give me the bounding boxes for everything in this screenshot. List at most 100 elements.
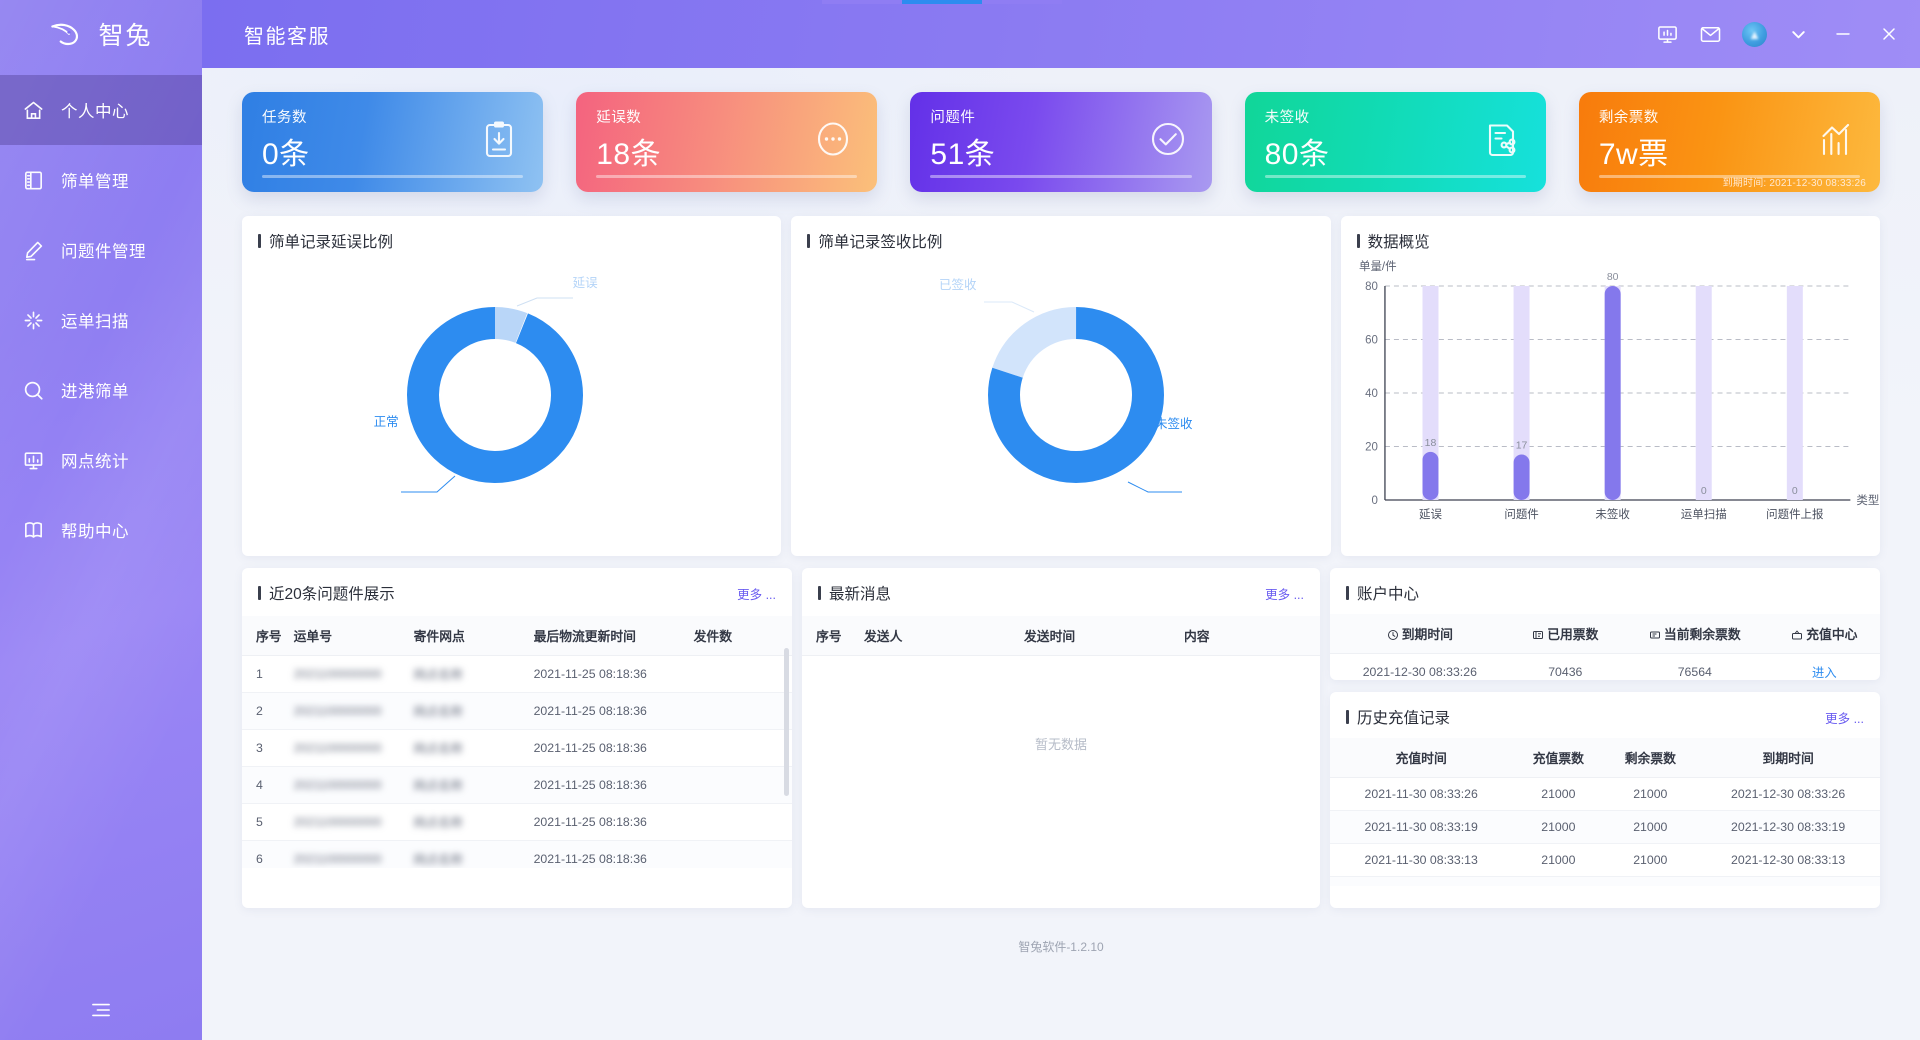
sidebar-item-branch-statistics[interactable]: 网点统计	[0, 425, 202, 495]
charts-row: 筛单记录延误比例 延误 正常 筛单记录签收比例 已签收 未签收 数据概览 单量/…	[242, 216, 1880, 556]
panel-head: 筛单记录延误比例	[242, 216, 781, 252]
cell-no: 5	[242, 803, 288, 841]
panel-latest-messages: 最新消息 更多 ... 序号 发送人 发送时间 内容 暂无数据	[802, 568, 1320, 908]
stat-underline	[930, 175, 1192, 178]
close-icon	[1883, 28, 1895, 40]
stat-card-delays[interactable]: 延误数 18条	[576, 92, 878, 192]
bar[interactable]	[1422, 451, 1439, 500]
col-expiry: 到期时间	[1330, 614, 1510, 654]
history-table-scroll[interactable]: 充值时间 充值票数 剩余票数 到期时间 2021-11-30 08:33:26 2…	[1330, 738, 1880, 886]
history-more-link[interactable]: 更多 ...	[1825, 708, 1864, 727]
col-no: 序号	[242, 616, 288, 656]
donut-label-signed: 已签收	[938, 278, 977, 292]
table-row[interactable]: 6 2021100000000 网点名称 2021-11-25 08:18:36	[242, 840, 792, 868]
bar-value-label: 80	[1606, 272, 1618, 283]
table-row[interactable]: 2 2021100000000 网点名称 2021-11-25 08:18:36	[242, 692, 792, 730]
x-tick-label: 问题件上报	[1766, 507, 1824, 521]
book-help-icon	[25, 521, 42, 538]
panel-head: 数据概览	[1341, 216, 1880, 252]
issues-table: 序号 运单号 寄件网点 最后物流更新时间 发件数 1 2021100000000 网…	[242, 616, 792, 868]
account-table: 到期时间 已用票数 当前剩余票数 充值中心 2021-12-30 08:33:2…	[1330, 614, 1880, 680]
search-icon	[24, 381, 43, 400]
sidebar-item-screening-management[interactable]: 筛单管理	[0, 145, 202, 215]
monitor-icon[interactable]	[1656, 23, 1679, 46]
bar[interactable]	[1604, 286, 1621, 500]
cell-last-update: 2021-11-25 08:18:36	[527, 729, 688, 767]
sidebar-item-waybill-scan[interactable]: 运单扫描	[0, 285, 202, 355]
table-row[interactable]: 4 2021100000000 网点名称 2021-11-25 08:18:36	[242, 766, 792, 804]
scan-icon	[24, 311, 43, 329]
recharge-icon	[1792, 630, 1803, 640]
panel-delay-ratio: 筛单记录延误比例 延误 正常	[242, 216, 782, 556]
menu-collapse-icon	[92, 1003, 110, 1017]
col-expiry-time: 到期时间	[1696, 738, 1880, 778]
table-header-row: 序号 运单号 寄件网点 最后物流更新时间 发件数	[242, 616, 792, 656]
clock-icon	[1387, 630, 1398, 640]
cell-last-update: 2021-11-25 08:18:36	[527, 655, 688, 693]
book-icon	[25, 171, 42, 189]
close-button[interactable]	[1876, 21, 1902, 47]
cell-waybill: 2021100000000	[287, 692, 408, 730]
cell-recharge-time: 2021-11-30 08:33:13	[1330, 843, 1513, 877]
chart-board-icon	[24, 451, 43, 469]
cell-branch: 网点名称	[407, 803, 528, 841]
col-content: 内容	[1178, 616, 1320, 656]
sidebar-collapse-button[interactable]	[0, 980, 202, 1040]
col-count: 发件数	[687, 616, 792, 656]
brand: 智兔	[0, 0, 202, 68]
stat-card-issues[interactable]: 问题件 51条	[910, 92, 1212, 192]
content: 任务数 0条 延误数 18条 问题件 51条 未签收 80条 剩余票数 7w票 …	[202, 68, 1920, 1040]
stat-card-unsigned[interactable]: 未签收 80条	[1244, 92, 1546, 192]
issues-table-scroll[interactable]: 序号 运单号 寄件网点 最后物流更新时间 发件数 1 2021100000000 网…	[242, 616, 792, 868]
donut-svg	[400, 297, 583, 493]
avatar[interactable]: ▲	[1742, 21, 1767, 47]
bar[interactable]	[1513, 454, 1530, 500]
bar-value-label: 0	[1700, 486, 1706, 497]
cell-recharge-action[interactable]: 进入	[1768, 653, 1880, 680]
cell-waybill: 2021100000000	[287, 803, 408, 841]
sidebar-item-label: 帮助中心	[61, 523, 129, 541]
x-tick-label: 未签收	[1595, 507, 1630, 521]
table-header-row: 到期时间 已用票数 当前剩余票数 充值中心	[1330, 614, 1880, 654]
cell-expiry-time: 2021-12-30 08:33:26	[1696, 777, 1880, 811]
issues-scrollbar[interactable]	[784, 648, 789, 796]
sidebar-item-issue-management[interactable]: 问题件管理	[0, 215, 202, 285]
cell-branch: 网点名称	[407, 840, 528, 868]
issues-more-link[interactable]: 更多 ...	[737, 584, 776, 603]
table-row[interactable]: 1 2021100000000 网点名称 2021-11-25 08:18:36	[242, 655, 792, 693]
col-sender: 发送人	[858, 616, 1018, 656]
donut-label-normal: 正常	[373, 415, 399, 429]
table-row[interactable]: 5 2021100000000 网点名称 2021-11-25 08:18:36	[242, 803, 792, 841]
table-row: 2021-11-30 08:33:0721000135642021-12-30 …	[1330, 876, 1880, 886]
cell-no: 1	[242, 655, 288, 693]
sidebar-item-inbound-screening[interactable]: 进港筛单	[0, 355, 202, 425]
col-send-time: 发送时间	[1018, 616, 1178, 656]
chevron-down-icon[interactable]	[1787, 23, 1810, 46]
y-tick-label: 80	[1365, 281, 1378, 293]
sidebar-item-personal-center[interactable]: 个人中心	[0, 75, 202, 145]
sidebar-item-label: 进港筛单	[61, 383, 129, 401]
stat-card-tasks[interactable]: 任务数 0条	[242, 92, 544, 192]
messages-table: 序号 发送人 发送时间 内容	[802, 616, 1320, 656]
stat-card-remaining-tickets[interactable]: 剩余票数 7w票 到期时间: 2021-12-30 08:33:26	[1578, 92, 1881, 192]
cell-waybill: 2021100000000	[287, 766, 408, 804]
sidebar-item-help-center[interactable]: 帮助中心	[0, 495, 202, 565]
col-recharge-time: 充值时间	[1330, 738, 1513, 778]
panel-sign-ratio: 筛单记录签收比例 已签收 未签收	[791, 216, 1331, 556]
stat-cards: 任务数 0条 延误数 18条 问题件 51条 未签收 80条 剩余票数 7w票 …	[242, 92, 1881, 192]
panel-title: 筛单记录签收比例	[807, 230, 942, 252]
panel-title: 筛单记录延误比例	[258, 230, 393, 252]
y-tick-label: 0	[1371, 495, 1377, 507]
cell-recharge-time: 2021-11-30 08:33:26	[1330, 777, 1513, 811]
minimize-button[interactable]	[1830, 21, 1856, 47]
stat-underline	[262, 175, 524, 178]
mail-icon[interactable]	[1699, 23, 1722, 46]
messages-more-link[interactable]: 更多 ...	[1265, 584, 1304, 603]
stat-underline	[596, 175, 858, 178]
cell-no: 2	[242, 692, 288, 730]
panel-head: 账户中心	[1330, 568, 1880, 604]
cell-no: 6	[242, 840, 288, 868]
sidebar-item-label: 筛单管理	[61, 173, 129, 191]
table-row[interactable]: 3 2021100000000 网点名称 2021-11-25 08:18:36	[242, 729, 792, 767]
table-header-row: 序号 发送人 发送时间 内容	[802, 616, 1320, 656]
